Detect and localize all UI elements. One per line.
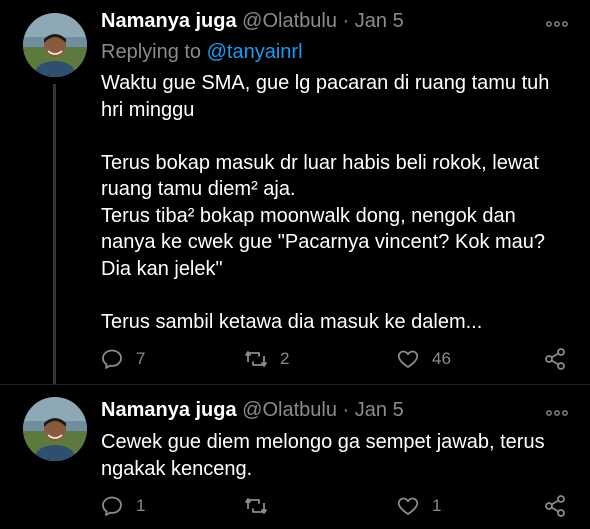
share-button[interactable] (543, 344, 567, 374)
heart-icon (397, 497, 419, 515)
author-name[interactable]: Namanya juga (101, 10, 237, 32)
tweet-text: Cewek gue diem melongo ga sempet jawab, … (101, 431, 545, 480)
tweet-header: Namanya juga @Olatbulu · Jan 5 (101, 10, 404, 33)
reply-icon (102, 349, 122, 369)
tweet-actions: 1 1 (100, 491, 570, 521)
retweet-button[interactable]: 2 (244, 344, 289, 374)
retweet-button[interactable] (244, 491, 280, 521)
like-button[interactable]: 1 (396, 491, 441, 521)
separator: · (342, 10, 350, 32)
tweet[interactable]: Namanya juga @Olatbulu · Jan 5 Cewek gue… (0, 384, 590, 529)
share-icon (545, 495, 565, 517)
avatar-photo (23, 397, 87, 461)
like-count: 1 (432, 496, 442, 515)
avatar[interactable] (23, 13, 87, 77)
separator: · (342, 399, 350, 421)
more-icon[interactable] (546, 401, 568, 422)
reply-icon (102, 496, 122, 516)
share-icon (545, 348, 565, 370)
avatar[interactable] (23, 397, 87, 461)
share-button[interactable] (543, 491, 567, 521)
replying-to: Replying to @tanyainrl (101, 41, 303, 64)
like-count: 46 (432, 349, 451, 368)
reply-button[interactable]: 7 (100, 344, 145, 374)
replying-to-label: Replying to (101, 41, 202, 63)
reply-button[interactable]: 1 (100, 491, 145, 521)
reply-count: 7 (136, 349, 146, 368)
tweet-text: Waktu gue SMA, gue lg pacaran di ruang t… (101, 72, 550, 333)
tweet-date[interactable]: Jan 5 (355, 399, 404, 421)
thread-line (53, 84, 56, 384)
author-name[interactable]: Namanya juga (101, 399, 237, 421)
like-button[interactable]: 46 (396, 344, 451, 374)
tweet-actions: 7 2 46 (100, 344, 570, 374)
retweet-icon (245, 351, 267, 367)
retweet-count: 2 (280, 349, 290, 368)
avatar-photo (23, 13, 87, 77)
author-handle[interactable]: @Olatbulu (242, 399, 337, 421)
heart-icon (397, 350, 419, 368)
tweet[interactable]: Namanya juga @Olatbulu · Jan 5 Replying … (0, 0, 590, 384)
author-handle[interactable]: @Olatbulu (242, 10, 337, 32)
tweet-date[interactable]: Jan 5 (355, 10, 404, 32)
mention-link[interactable]: @tanyainrl (207, 41, 303, 63)
retweet-icon (245, 498, 267, 514)
reply-count: 1 (136, 496, 146, 515)
tweet-header: Namanya juga @Olatbulu · Jan 5 (101, 399, 404, 422)
more-icon[interactable] (546, 12, 568, 33)
